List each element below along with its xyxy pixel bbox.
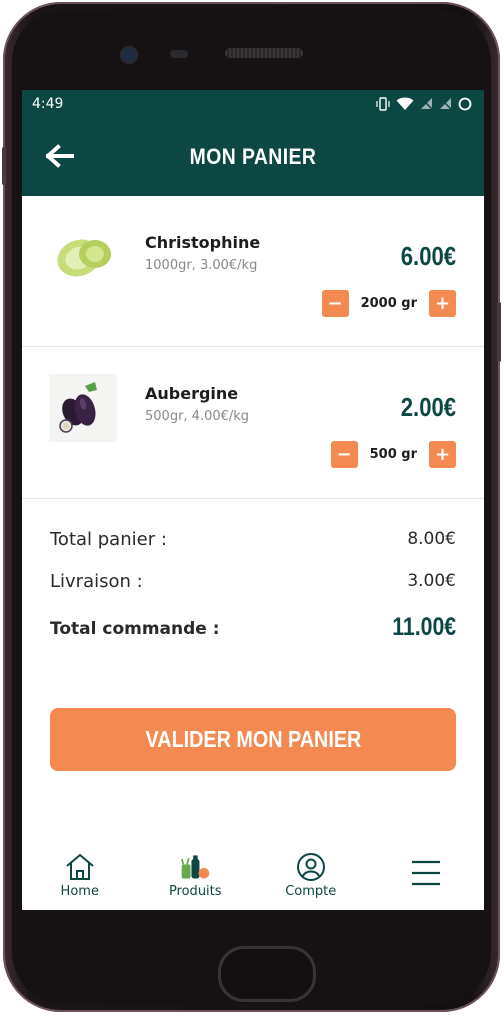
bottom-nav: Home Produits Compte [22, 848, 484, 910]
app-bar: MON PANIER [22, 117, 484, 196]
nav-home[interactable]: Home [25, 848, 135, 899]
nav-products[interactable]: Produits [140, 848, 250, 899]
order-summary: Total panier : 8.00€ Livraison : 3.00€ T… [22, 529, 484, 661]
order-total-value: 11.00€ [392, 613, 456, 641]
nav-home-label: Home [60, 884, 99, 899]
item-price: 6.00€ [400, 241, 456, 271]
account-icon [296, 853, 325, 881]
order-total-label: Total commande : [50, 619, 220, 639]
delivery-value: 3.00€ [407, 571, 456, 591]
item-detail: 500gr, 4.00€/kg [145, 409, 250, 424]
nav-menu[interactable] [371, 848, 481, 888]
nav-account[interactable]: Compte [256, 848, 366, 899]
signal-icon-2 [440, 98, 452, 110]
earpiece-speaker [225, 48, 303, 58]
home-icon [66, 853, 94, 880]
item-name: Aubergine [145, 384, 239, 403]
menu-icon [412, 860, 441, 886]
products-icon [181, 855, 210, 879]
page-title: MON PANIER [189, 143, 317, 169]
increase-quantity-button[interactable]: + [429, 290, 456, 317]
nav-products-label: Produits [168, 884, 222, 899]
power-button [497, 302, 501, 362]
status-time: 4:49 [32, 95, 64, 112]
order-total-row: Total commande : 11.00€ [50, 613, 456, 661]
cart-item: Christophine 1000gr, 3.00€/kg 6.00€ − 20… [22, 196, 484, 347]
delivery-row: Livraison : 3.00€ [50, 571, 456, 613]
signal-icon [421, 98, 433, 110]
wifi-icon [396, 97, 414, 110]
delivery-label: Livraison : [50, 571, 143, 592]
front-camera [122, 48, 136, 62]
eggplant-image [49, 374, 117, 442]
volume-button [2, 147, 6, 185]
back-arrow-icon[interactable] [46, 144, 74, 168]
decrease-quantity-button[interactable]: − [321, 290, 349, 317]
home-key[interactable] [218, 946, 316, 1002]
quantity-value: 2000 gr [360, 296, 417, 311]
cart-total-row: Total panier : 8.00€ [50, 529, 456, 571]
quantity-stepper: − 2000 gr + [321, 290, 456, 317]
cart-total-label: Total panier : [50, 529, 167, 550]
chayote-image [49, 223, 117, 291]
nav-account-label: Compte [285, 884, 337, 899]
increase-quantity-button[interactable]: + [429, 441, 456, 468]
item-name: Christophine [145, 233, 261, 252]
item-detail: 1000gr, 3.00€/kg [145, 258, 258, 273]
cart-item: Aubergine 500gr, 4.00€/kg 2.00€ − 500 gr… [22, 347, 484, 499]
decrease-quantity-button[interactable]: − [330, 441, 358, 468]
validate-cart-label: VALIDER MON PANIER [145, 726, 361, 752]
app-screen: 4:49 MON PANIER Christophine 1000gr, 3.0… [22, 90, 484, 910]
proximity-sensor [170, 50, 188, 58]
cart-total-value: 8.00€ [407, 529, 456, 549]
status-bar: 4:49 [22, 90, 484, 117]
quantity-value: 500 gr [369, 447, 417, 462]
quantity-stepper: − 500 gr + [330, 441, 456, 468]
vibrate-icon [376, 96, 390, 111]
battery-loading-icon [458, 97, 472, 110]
validate-cart-button[interactable]: VALIDER MON PANIER [50, 708, 456, 771]
item-price: 2.00€ [400, 392, 456, 422]
